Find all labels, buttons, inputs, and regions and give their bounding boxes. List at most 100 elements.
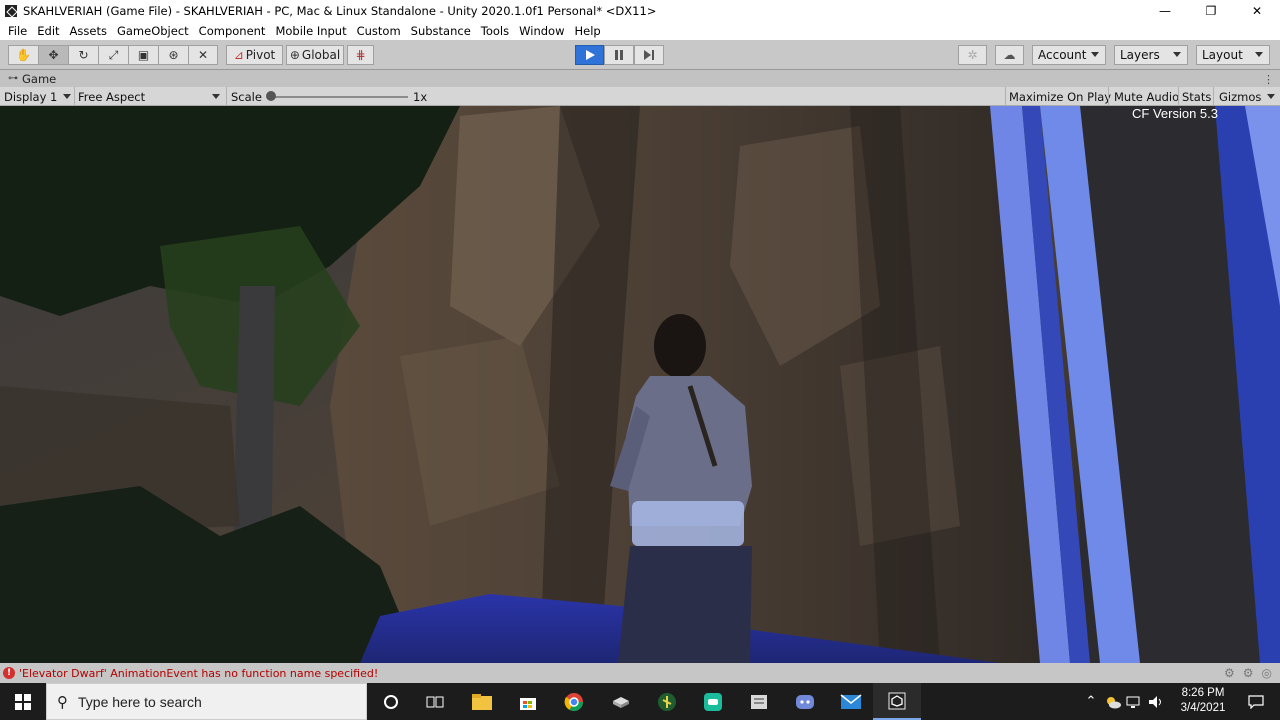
stats-toggle[interactable]: Stats [1182,87,1211,106]
store-icon[interactable] [504,683,552,720]
menu-window[interactable]: Window [514,24,569,38]
game-tab-bar: ⊶ Game ⋮ [0,70,1280,87]
bug-icon[interactable]: ⚙ [1224,666,1235,680]
system-clock[interactable]: 8:26 PM 3/4/2021 [1178,686,1228,716]
layers-label: Layers [1120,48,1160,62]
divider [226,87,227,106]
version-label: CF Version 5.3 [1132,106,1218,121]
menu-tools[interactable]: Tools [476,24,514,38]
clock-date: 3/4/2021 [1180,702,1226,714]
grid-snap-button[interactable]: ⋕ [347,45,374,65]
menu-help[interactable]: Help [569,24,605,38]
hand-tool-button[interactable]: ✋ [8,45,38,65]
scale-slider-track[interactable] [270,96,408,98]
chevron-down-icon[interactable] [1267,94,1275,99]
menu-substance[interactable]: Substance [406,24,476,38]
scale-label: Scale [231,89,262,104]
settings-icon[interactable]: ⚙ [1243,666,1254,680]
taskbar-search[interactable]: ⚲ Type here to search [46,683,367,720]
unity-editor-window: SKAHLVERIAH (Game File) - SKAHLVERIAH - … [0,0,1280,720]
notification-icon [1248,694,1264,709]
move-tool-button[interactable]: ✥ [38,45,68,65]
cloud-button[interactable]: ☁ [995,45,1024,65]
scale-value: 1x [413,89,428,104]
pause-button[interactable] [604,45,634,65]
task-view-icon[interactable] [411,683,459,720]
layout-dropdown[interactable]: Layout [1196,45,1270,65]
gizmos-toggle[interactable]: Gizmos [1219,87,1261,106]
cortana-icon[interactable] [367,683,415,720]
unity-icon[interactable] [873,683,921,720]
mail-icon[interactable] [827,683,875,720]
chevron-down-icon [1255,52,1263,57]
unity-logo-icon [5,4,17,17]
menu-assets[interactable]: Assets [65,24,112,38]
aspect-dropdown[interactable]: Free Aspect [78,87,226,106]
game-viewport[interactable]: CF Version 5.3 [0,106,1280,663]
app-icon-green[interactable] [689,683,737,720]
console-status-bar[interactable]: ! 'Elevator Dwarf' AnimationEvent has no… [0,663,1280,683]
cloud-icon: ☁ [1003,48,1016,62]
divider [1005,87,1006,106]
search-placeholder: Type here to search [78,693,202,710]
step-button[interactable] [634,45,664,65]
main-toolbar: ✋ ✥ ↻ ⤢ ▣ ⊛ ✕ ⊿ Pivot ⊕ Global ⋕ ✲ ☁ Acc… [0,40,1280,70]
notifications-button[interactable] [1244,683,1268,720]
globe-icon: ⊕ [289,48,300,62]
custom-tool-button[interactable]: ✕ [188,45,218,65]
status-message[interactable]: 'Elevator Dwarf' AnimationEvent has no f… [19,667,378,680]
collab-button[interactable]: ✲ [958,45,987,65]
rect-tool-button[interactable]: ▣ [128,45,158,65]
volume-icon[interactable] [1146,683,1166,720]
play-icon [585,50,595,60]
account-label: Account [1038,48,1087,62]
notes-icon[interactable] [735,683,783,720]
rotate-tool-icon: ↻ [78,48,89,62]
minimize-button[interactable]: — [1142,0,1188,21]
play-button[interactable] [575,45,604,65]
rect-tool-icon: ▣ [137,48,150,62]
chrome-icon[interactable] [550,683,598,720]
layers-dropdown[interactable]: Layers [1114,45,1188,65]
close-button[interactable]: ✕ [1234,0,1280,21]
file-explorer-icon[interactable] [458,683,506,720]
move-tool-icon: ✥ [48,48,59,62]
app-icon[interactable] [597,683,645,720]
discord-icon[interactable] [781,683,829,720]
global-label: Global [301,48,341,62]
progress-icon[interactable]: ◎ [1262,666,1272,680]
display-dropdown[interactable]: Display 1 [4,87,74,106]
global-toggle[interactable]: ⊕ Global [286,45,344,65]
menu-gameobject[interactable]: GameObject [112,24,194,38]
pivot-icon: ⊿ [233,48,244,62]
menu-edit[interactable]: Edit [32,24,64,38]
scale-slider-handle[interactable] [266,91,276,101]
account-dropdown[interactable]: Account [1032,45,1106,65]
game-icon[interactable] [643,683,691,720]
custom-tool-icon: ✕ [197,48,209,62]
pivot-label: Pivot [245,48,276,62]
tab-game[interactable]: ⊶ Game [2,71,62,87]
menu-component[interactable]: Component [194,24,271,38]
tab-game-label: Game [22,72,57,86]
network-icon[interactable] [1124,683,1144,720]
pause-icon [615,50,623,60]
menu-mobile-input[interactable]: Mobile Input [270,24,351,38]
chevron-down-icon [63,94,71,99]
maximize-button[interactable]: ❐ [1188,0,1234,21]
maximize-on-play-toggle[interactable]: Maximize On Play [1009,87,1111,106]
rotate-tool-button[interactable]: ↻ [68,45,98,65]
menu-custom[interactable]: Custom [352,24,406,38]
scale-tool-button[interactable]: ⤢ [98,45,128,65]
weather-icon[interactable] [1102,683,1124,720]
menu-file[interactable]: File [3,24,32,38]
pivot-toggle[interactable]: ⊿ Pivot [226,45,283,65]
tab-menu-icon[interactable]: ⋮ [1263,73,1274,86]
title-bar: SKAHLVERIAH (Game File) - SKAHLVERIAH - … [0,0,1280,21]
transform-tool-button[interactable]: ⊛ [158,45,188,65]
chevron-down-icon [212,94,220,99]
mute-audio-toggle[interactable]: Mute Audio [1114,87,1179,106]
menu-bar: File Edit Assets GameObject Component Mo… [0,21,1280,40]
chevron-up-icon[interactable]: ⌃ [1082,683,1100,720]
start-button[interactable] [0,683,46,720]
